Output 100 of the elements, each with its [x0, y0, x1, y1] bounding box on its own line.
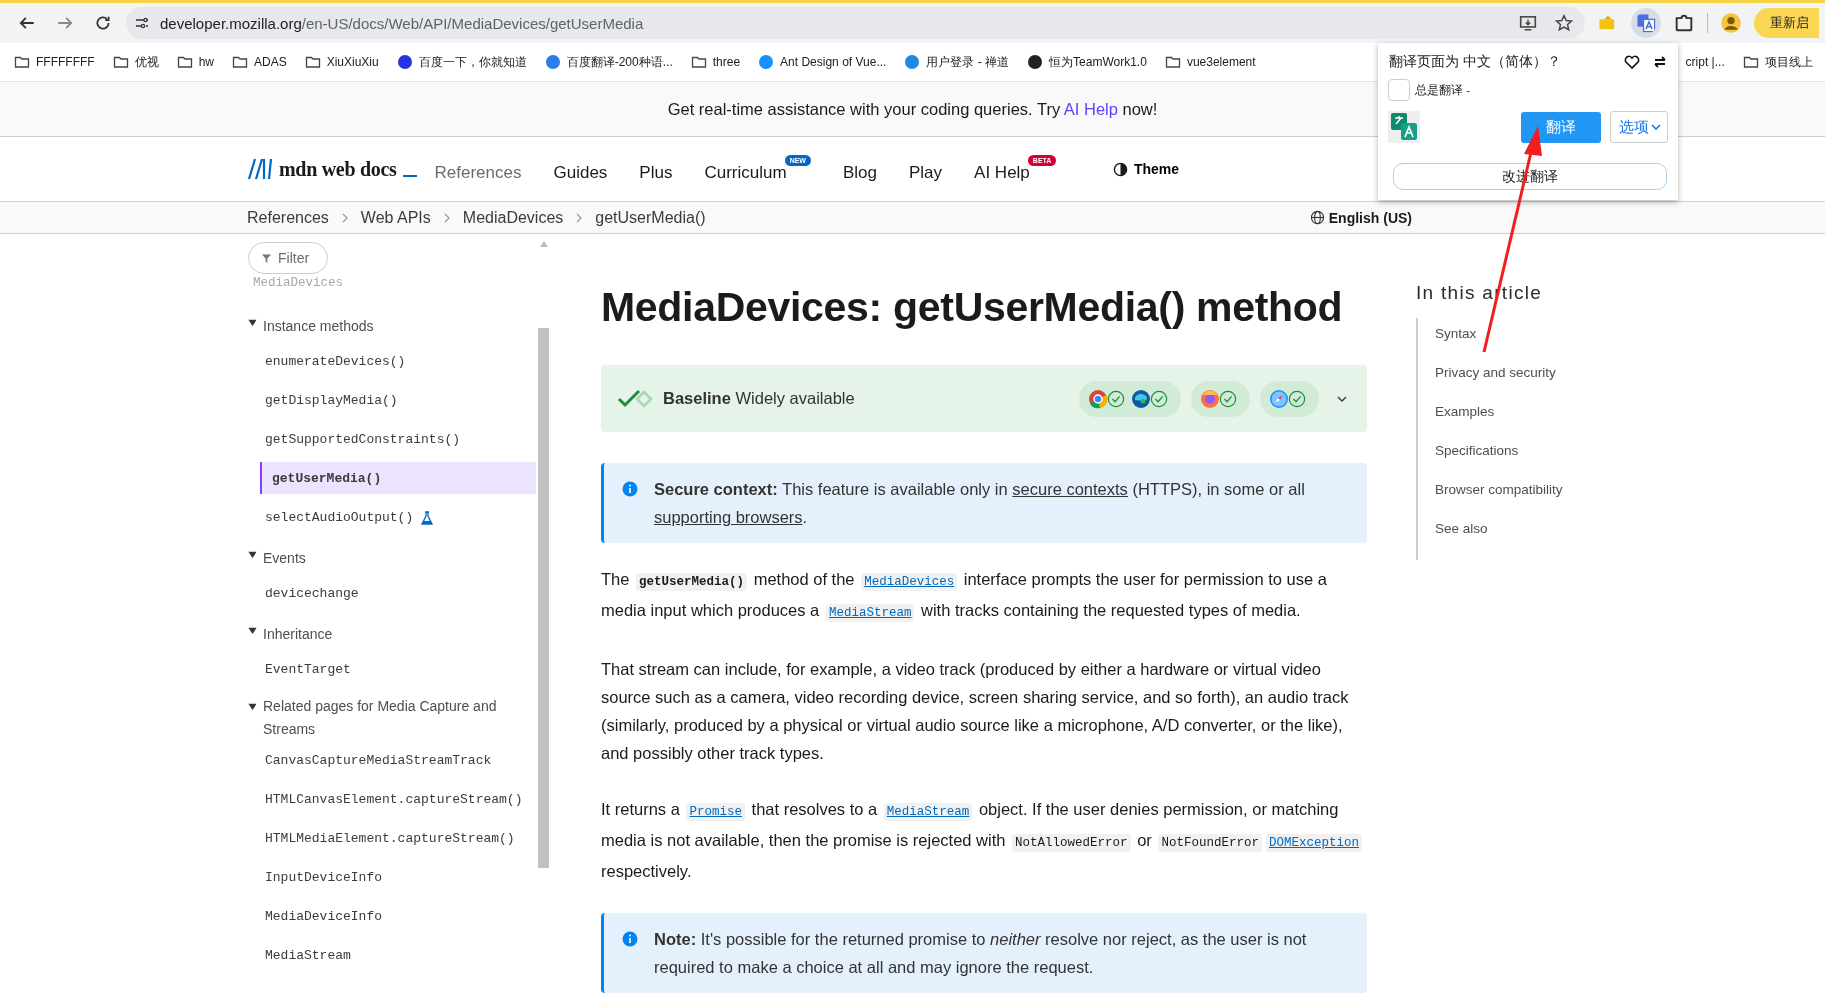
sidebar-link[interactable]: getSupportedConstraints(): [248, 420, 538, 459]
expand-chevron-icon[interactable]: [1337, 395, 1347, 402]
nav-link[interactable]: Plus: [639, 155, 673, 183]
code-link[interactable]: DOMException: [1265, 834, 1362, 852]
globe-icon: [1309, 210, 1325, 225]
code-link[interactable]: MediaStream: [825, 604, 915, 622]
browser-icon: [1131, 388, 1151, 409]
toc-link[interactable]: See also: [1418, 521, 1825, 560]
sidebar-section-toggle[interactable]: Related pages for Media Capture and Streams: [248, 689, 538, 741]
baseline-check-icon: [617, 388, 653, 409]
bookmark[interactable]: 百度一下，你就知道: [396, 53, 527, 71]
paragraph: It returns a Promise that resolves to a MediaStream object. If the user denies permission, or matching media is not available, then the promise is rejected with NotAllowedError or NotFoundError DOMException respectively.: [601, 795, 1367, 885]
baseline-status: Baseline Widely available: [663, 389, 855, 408]
code-link[interactable]: Promise: [686, 803, 745, 821]
checkbox[interactable]: [1388, 79, 1410, 101]
nav-link[interactable]: Blog: [842, 155, 877, 183]
bookmark[interactable]: ADAS: [232, 54, 287, 70]
text-link[interactable]: supporting browsers: [654, 508, 803, 526]
address-bar[interactable]: developer.mozilla.org/en-US/docs/Web/API/MediaDevices/getUserMedia: [126, 7, 1585, 39]
browser-support-pill[interactable]: [1260, 380, 1319, 417]
note-text: Secure context: This feature is available only in secure contexts (HTTPS), in some or all supporting browsers.: [654, 479, 1306, 528]
chevron-icon: [442, 212, 451, 223]
filter-icon: [261, 252, 272, 264]
bookmark[interactable]: three: [690, 54, 741, 70]
ai-help-link[interactable]: AI Help: [1063, 99, 1118, 118]
bookmark[interactable]: Ant Design of Vue...: [758, 54, 887, 70]
sidebar-section-toggle[interactable]: Events: [248, 537, 538, 574]
swap-icon[interactable]: [1652, 54, 1668, 70]
browser-support-pill[interactable]: [1191, 380, 1250, 417]
sidebar-link[interactable]: selectAudioOutput(): [248, 498, 538, 537]
options-button[interactable]: 选项: [1610, 111, 1668, 143]
bookmark[interactable]: cript |...: [1685, 55, 1725, 69]
star-icon[interactable]: [1555, 14, 1573, 32]
sidebar-link[interactable]: getDisplayMedia(): [248, 381, 538, 420]
banner-text: Get real-time assistance with your coding queries. Try AI Help now!: [667, 99, 1158, 119]
sidebar-link[interactable]: CanvasCaptureMediaStreamTrack: [248, 741, 538, 780]
bookmark[interactable]: vue3element: [1164, 54, 1256, 70]
toc-link[interactable]: Examples: [1418, 404, 1825, 443]
half-circle-icon: [1112, 161, 1128, 177]
bookmark[interactable]: FFFFFFFF: [14, 54, 95, 70]
url-text: developer.mozilla.org/en-US/docs/Web/API/MediaDevices/getUserMedia: [160, 14, 645, 32]
scrollbar-thumb[interactable]: [538, 328, 549, 868]
sidebar-section-toggle[interactable]: Inheritance: [248, 613, 538, 650]
bookmark[interactable]: 百度翻译-200种语...: [544, 53, 673, 71]
sidebar-link[interactable]: HTMLCanvasElement.captureStream(): [248, 780, 538, 819]
info-icon: [622, 931, 638, 947]
folder-icon: [690, 54, 707, 70]
site-info-icon[interactable]: [134, 15, 150, 31]
site-icon: [904, 54, 921, 70]
sidebar-link[interactable]: getUserMedia(): [260, 462, 536, 494]
sidebar-link[interactable]: EventTarget: [248, 650, 538, 689]
bookmark[interactable]: hw: [176, 54, 214, 70]
checkbox-label: 总是翻译 -: [1415, 82, 1471, 98]
browser-icon: [1088, 388, 1108, 409]
install-icon[interactable]: [1519, 14, 1537, 32]
browser-support-pill[interactable]: [1079, 380, 1181, 417]
mdn-logo[interactable]: mdn web docs: [247, 157, 417, 181]
bookmark[interactable]: XiuXiuXiu: [304, 54, 379, 70]
bookmark[interactable]: 项目线上: [1742, 53, 1813, 71]
folder-icon: [14, 54, 30, 70]
filter-button[interactable]: Filter: [248, 242, 329, 274]
info-icon: [622, 481, 638, 497]
translate-icon[interactable]: [1631, 8, 1661, 38]
toc-link[interactable]: Privacy and security: [1418, 365, 1825, 404]
breadcrumb-link[interactable]: getUserMedia(): [595, 208, 706, 227]
bookmark[interactable]: 恒为TeamWork1.0: [1027, 53, 1147, 71]
code-link[interactable]: MediaStream: [883, 803, 973, 821]
nav-link[interactable]: Play: [909, 155, 943, 183]
toc-link[interactable]: Browser compatibility: [1418, 482, 1825, 521]
note-text: Note: It's possible for the returned promise to neither resolve nor reject, as the user is not required to make a choice at all and may ignore the request.: [654, 929, 1308, 978]
text-link[interactable]: secure contexts: [1012, 480, 1128, 498]
site-icon: [1027, 54, 1044, 70]
bookmark[interactable]: 优视: [112, 53, 159, 71]
theme-button[interactable]: Theme: [1106, 160, 1185, 178]
restart-button[interactable]: 重新启: [1754, 8, 1819, 38]
folder-icon: [112, 54, 129, 70]
sidebar-link[interactable]: devicechange: [248, 574, 538, 613]
chevron-icon: [575, 212, 584, 223]
toc-link[interactable]: Specifications: [1418, 443, 1825, 482]
heart-icon[interactable]: [1624, 54, 1640, 70]
sidebar-link[interactable]: MediaStream: [248, 936, 538, 975]
sidebar-link[interactable]: InputDeviceInfo: [248, 858, 538, 897]
code-link[interactable]: MediaDevices: [861, 573, 958, 591]
breadcrumb-link[interactable]: Web APIs: [360, 208, 431, 227]
bookmark[interactable]: 用户登录 - 禅道: [904, 53, 1010, 71]
sidebar-link[interactable]: MediaDeviceInfo: [248, 897, 538, 936]
sidebar-link[interactable]: enumerateDevices(): [248, 342, 538, 381]
folder-icon: [1164, 54, 1181, 70]
browser-icon: [1269, 388, 1289, 409]
toc-link[interactable]: Syntax: [1418, 326, 1825, 365]
breadcrumb-link[interactable]: MediaDevices: [462, 208, 564, 227]
language-button[interactable]: English (US): [1303, 208, 1418, 227]
nav-link[interactable]: References: [434, 155, 522, 183]
popup-title: 翻译页面为 中文（简体）？: [1388, 53, 1562, 71]
nav-link[interactable]: Guides: [553, 155, 608, 183]
folder-icon: [176, 54, 193, 70]
breadcrumb-link[interactable]: References: [247, 208, 329, 227]
folder-icon: [232, 54, 248, 70]
sidebar-link[interactable]: HTMLMediaElement.captureStream(): [248, 819, 538, 858]
sidebar-section-toggle[interactable]: Instance methods: [248, 305, 538, 342]
